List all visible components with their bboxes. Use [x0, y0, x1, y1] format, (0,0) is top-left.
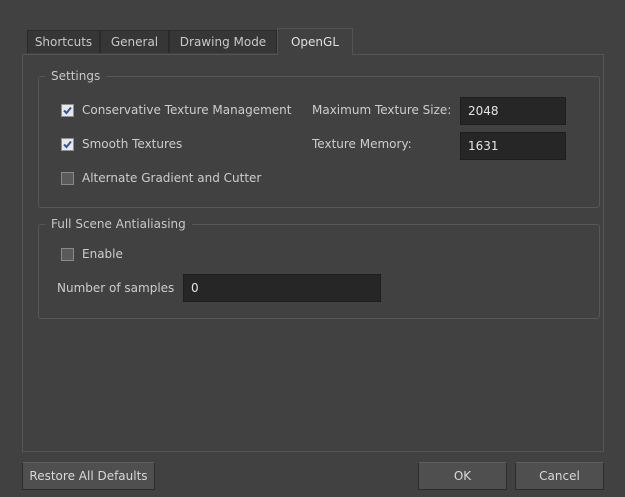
tab-label: OpenGL	[290, 35, 340, 49]
samples-input[interactable]: 0	[183, 274, 381, 302]
smooth-textures-row[interactable]: Smooth Textures	[61, 135, 182, 153]
smooth-textures-label: Smooth Textures	[82, 137, 183, 151]
texture-memory-input[interactable]: 1631	[460, 132, 566, 160]
cancel-button[interactable]: Cancel	[515, 462, 604, 490]
checkmark-icon	[63, 140, 72, 148]
texture-memory-label-row: Texture Memory:	[312, 135, 412, 153]
settings-group: Settings Conservative Texture Management…	[38, 69, 600, 208]
ok-button[interactable]: OK	[418, 462, 507, 490]
alternate-gradient-label: Alternate Gradient and Cutter	[82, 171, 262, 185]
samples-label-row: Number of samples	[57, 279, 174, 297]
tab-general[interactable]: General	[100, 30, 169, 53]
enable-row[interactable]: Enable	[61, 245, 123, 263]
tab-label: General	[110, 35, 159, 49]
antialiasing-group-title: Full Scene Antialiasing	[45, 217, 192, 231]
alternate-gradient-checkbox[interactable]	[61, 171, 74, 185]
texture-memory-label: Texture Memory:	[312, 137, 412, 151]
conservative-texture-label: Conservative Texture Management	[82, 103, 292, 117]
max-texture-size-label: Maximum Texture Size:	[312, 103, 452, 117]
tab-label: Shortcuts	[34, 35, 93, 49]
restore-all-defaults-button[interactable]: Restore All Defaults	[22, 462, 155, 490]
tab-label: Drawing Mode	[179, 35, 267, 49]
max-texture-size-input[interactable]: 2048	[460, 97, 566, 125]
samples-label: Number of samples	[57, 281, 175, 295]
conservative-texture-checkbox[interactable]	[61, 103, 74, 117]
alternate-gradient-row[interactable]: Alternate Gradient and Cutter	[61, 169, 261, 187]
smooth-textures-checkbox[interactable]	[61, 137, 74, 151]
antialiasing-group: Full Scene Antialiasing Enable Number of…	[38, 217, 600, 319]
enable-label: Enable	[82, 247, 123, 261]
conservative-texture-row[interactable]: Conservative Texture Management	[61, 101, 291, 119]
max-texture-size-label-row: Maximum Texture Size:	[312, 101, 451, 119]
checkmark-icon	[63, 106, 72, 114]
enable-checkbox[interactable]	[61, 247, 74, 261]
tab-shortcuts[interactable]: Shortcuts	[27, 30, 100, 53]
tab-drawing-mode[interactable]: Drawing Mode	[169, 30, 277, 53]
settings-group-title: Settings	[45, 69, 107, 83]
opengl-panel: Settings Conservative Texture Management…	[22, 54, 604, 452]
tab-opengl[interactable]: OpenGL	[277, 28, 353, 55]
